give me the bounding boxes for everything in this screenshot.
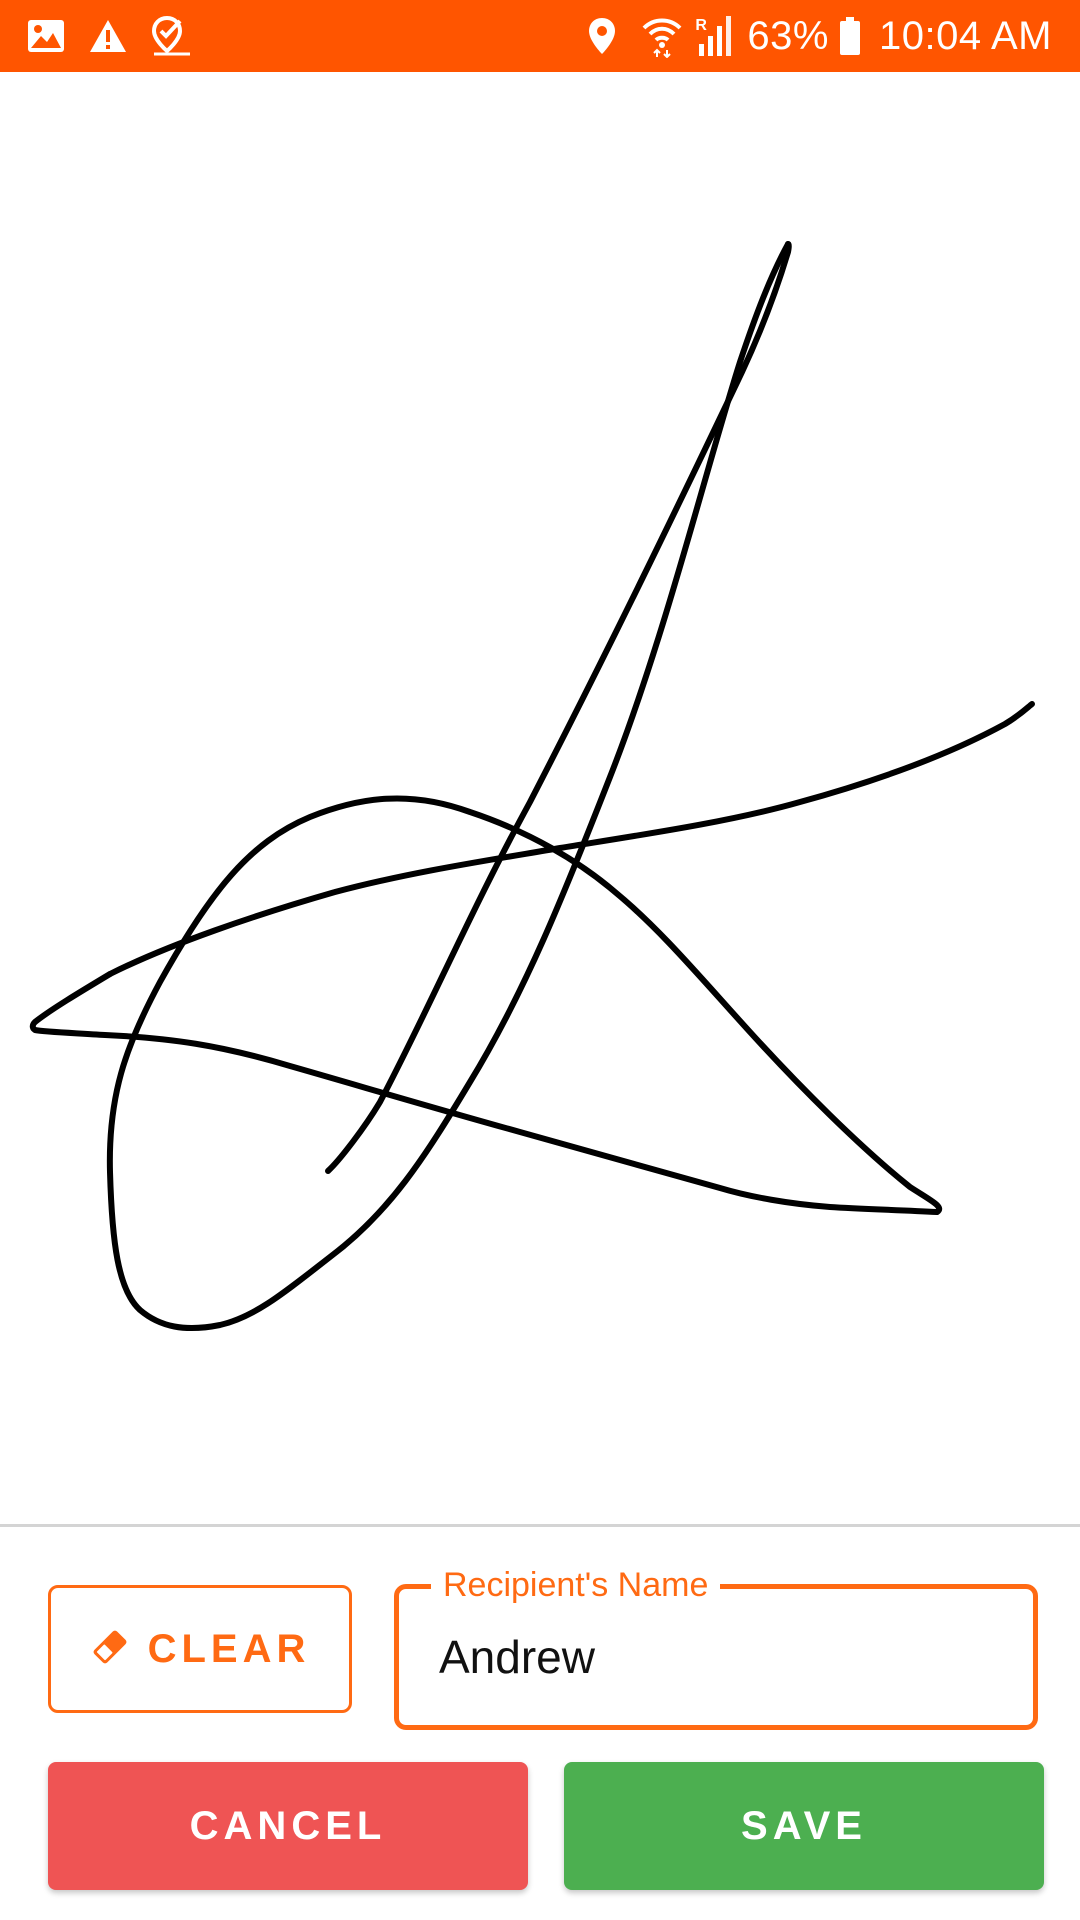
battery-icon: [839, 16, 861, 56]
signature-pad[interactable]: [0, 72, 1080, 1524]
signature-capture-screen: R 63% 10:04 AM CLEAR Recipient's Name An…: [0, 0, 1080, 1920]
save-button-label: SAVE: [741, 1803, 867, 1848]
notification-icons: [26, 14, 192, 58]
image-notification-icon: [26, 18, 66, 54]
wifi-icon: [641, 14, 683, 58]
clear-button[interactable]: CLEAR: [48, 1585, 352, 1713]
clear-button-label: CLEAR: [147, 1626, 311, 1671]
roaming-signal-icon: R: [693, 14, 733, 58]
cancel-button[interactable]: CANCEL: [48, 1762, 528, 1890]
recipient-name-input[interactable]: [439, 1625, 999, 1689]
roaming-indicator: R: [695, 17, 707, 34]
clock: 10:04 AM: [878, 14, 1052, 58]
system-indicators: R 63% 10:04 AM: [587, 0, 1052, 72]
recipient-name-label: Recipient's Name: [431, 1559, 721, 1611]
location-pin-icon: [587, 16, 617, 56]
cancel-button-label: CANCEL: [189, 1803, 387, 1848]
canvas-divider: [0, 1524, 1080, 1527]
recipient-name-field[interactable]: Recipient's Name: [394, 1559, 1038, 1730]
warning-icon: [88, 18, 128, 54]
status-bar: R 63% 10:04 AM: [0, 0, 1080, 72]
signature-stroke: [29, 241, 1035, 1332]
battery-percentage: 63%: [747, 14, 829, 58]
location-check-icon: [150, 15, 192, 57]
save-button[interactable]: SAVE: [564, 1762, 1044, 1890]
eraser-icon: [90, 1627, 130, 1672]
